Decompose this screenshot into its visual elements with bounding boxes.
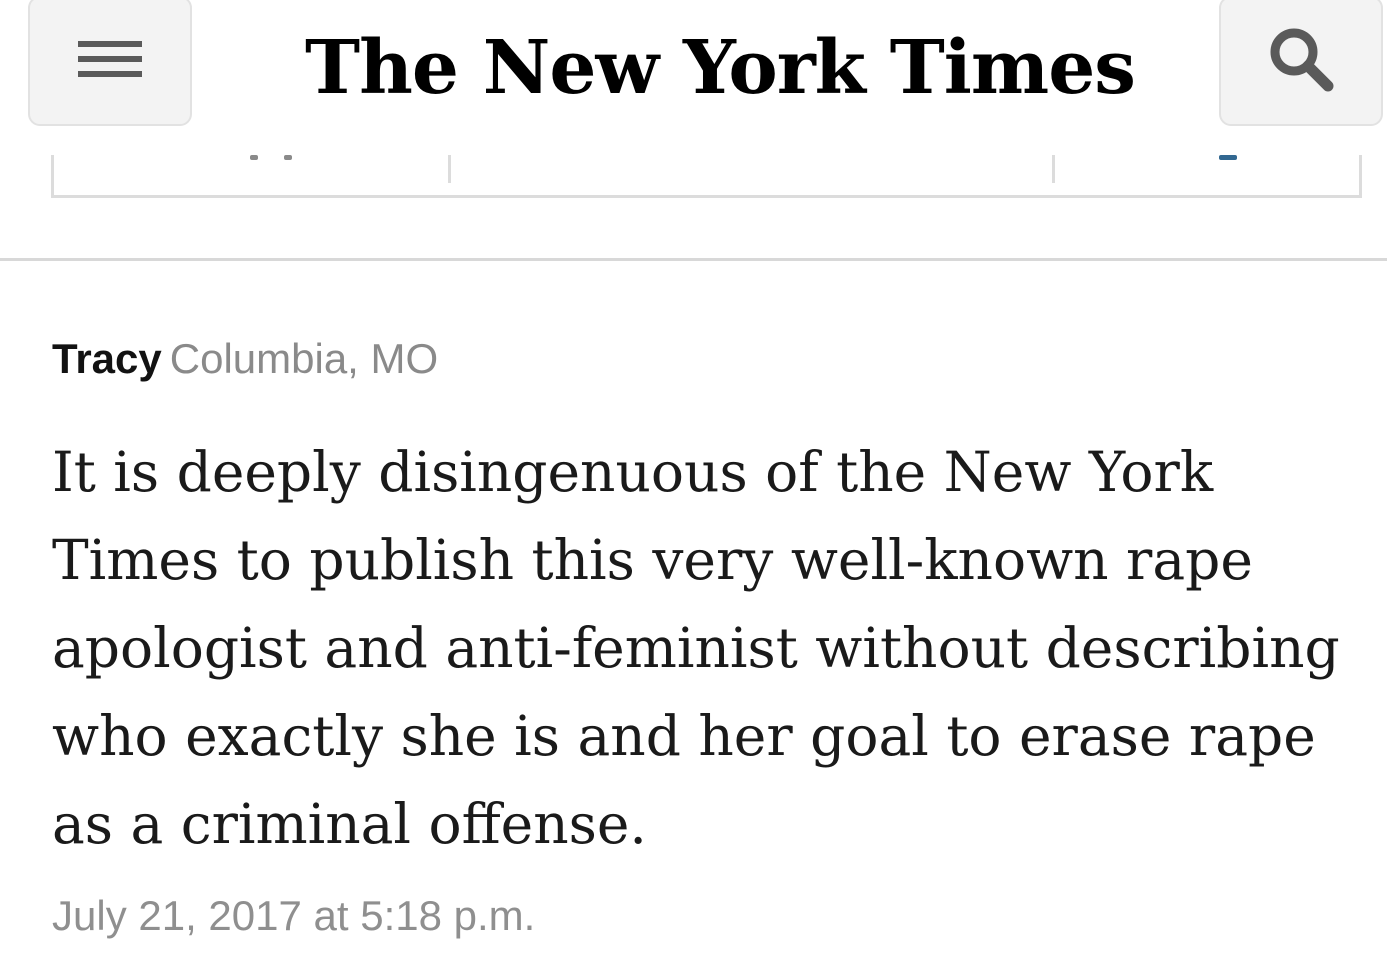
comment-author[interactable]: Tracy xyxy=(52,335,162,382)
nav-divider xyxy=(448,155,451,183)
section-nav-strip xyxy=(51,155,1362,198)
nav-text-fragment xyxy=(1219,155,1237,160)
divider xyxy=(0,258,1387,261)
comment-body: It is deeply disingenuous of the New Yor… xyxy=(52,440,1340,856)
reader-comment: Tracy Columbia, MO It is deeply disingenu… xyxy=(52,330,1352,868)
search-icon xyxy=(1267,25,1335,98)
nav-text-fragment xyxy=(250,155,258,160)
masthead-logo[interactable]: The New York Times xyxy=(300,8,1140,128)
site-header: The New York Times xyxy=(0,0,1387,140)
comment-timestamp: July 21, 2017 at 5:18 p.m. xyxy=(52,892,536,939)
menu-button[interactable] xyxy=(28,0,192,126)
comment-location: Columbia, MO xyxy=(169,335,439,382)
hamburger-menu-icon xyxy=(78,39,142,84)
nav-text-fragment xyxy=(284,155,292,160)
comment-meta: Tracy Columbia, MO xyxy=(52,330,1352,388)
nav-divider xyxy=(1052,155,1055,183)
search-button[interactable] xyxy=(1219,0,1383,126)
